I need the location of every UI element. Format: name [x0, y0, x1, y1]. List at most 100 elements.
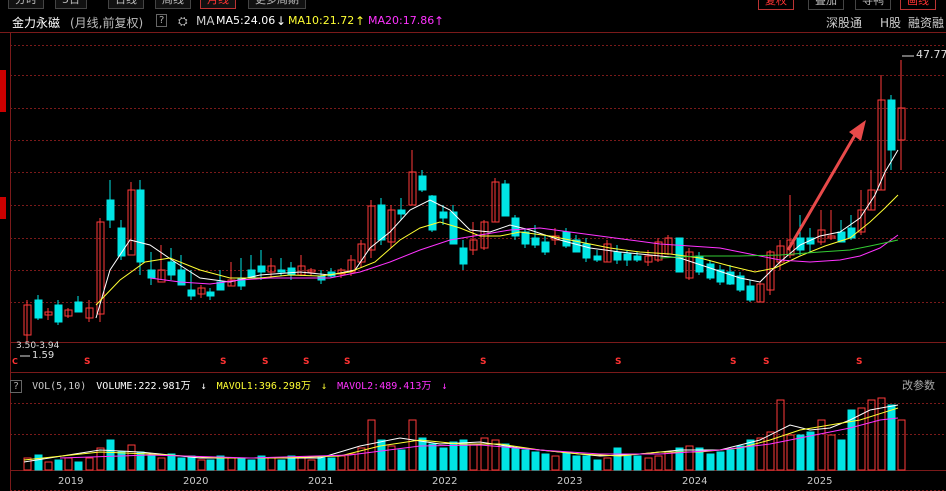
s-marker[interactable]: S [344, 357, 350, 367]
candle-body [501, 183, 510, 217]
volume-bar [106, 439, 115, 471]
candle-body [106, 199, 115, 221]
candle-body [593, 255, 602, 261]
volume-bar [796, 434, 805, 471]
volume-bar [623, 453, 632, 471]
volume-bar [177, 457, 186, 471]
volume-bar [327, 457, 336, 471]
volume-bar [521, 449, 530, 471]
volume-bar [157, 457, 166, 471]
s-marker[interactable]: S [480, 357, 486, 367]
candle-body [746, 285, 755, 301]
ma5-line [95, 149, 899, 319]
s-marker[interactable]: S [84, 357, 90, 367]
volume-bar [237, 457, 246, 471]
candle-body [531, 237, 540, 246]
s-marker[interactable]: S [220, 357, 226, 367]
s-marker[interactable]: S [303, 357, 309, 367]
candle-body [459, 247, 468, 265]
candle-body [206, 291, 215, 297]
volume-bar [706, 453, 715, 471]
volume-bar [408, 419, 417, 471]
low-price-label: 1.59 [32, 350, 55, 361]
volume-bar [531, 451, 540, 471]
year-label: 2022 [432, 476, 458, 487]
candle-body [147, 269, 156, 279]
volume-bar [613, 447, 622, 471]
volume-bar [206, 459, 215, 471]
vol-indicator-name[interactable]: VOL(5,10) [32, 381, 86, 392]
volume-bar [297, 457, 306, 471]
candle-body [541, 241, 550, 253]
volume-bar [267, 457, 276, 471]
candle-body [257, 265, 266, 273]
volume-bar [633, 455, 642, 471]
candle-body [521, 231, 530, 245]
year-label: 2025 [807, 476, 833, 487]
volume-bar [439, 447, 448, 471]
volume-bar [127, 444, 136, 471]
s-marker[interactable]: S [615, 357, 621, 367]
year-label: 2019 [58, 476, 84, 487]
volume-bar [418, 437, 427, 471]
volume-bar [541, 453, 550, 471]
volume-bar [857, 407, 866, 471]
volume-bar [716, 451, 725, 471]
volume-bar [307, 459, 316, 471]
volume-bar [34, 454, 43, 471]
volume-bar [551, 455, 560, 471]
vol-help-button[interactable]: ? [10, 380, 23, 393]
mavol2-value: MAVOL2:489.413万 [337, 381, 432, 392]
volume-bar [187, 455, 196, 471]
s-marker[interactable]: S [262, 357, 268, 367]
change-params-button[interactable]: 改参数 [902, 377, 935, 393]
volume-bar [501, 443, 510, 471]
volume-arrow-icon: ↓ [200, 381, 207, 392]
kline-chart[interactable] [0, 0, 946, 491]
volume-bar [337, 455, 346, 471]
candle-body [633, 255, 642, 261]
s-marker[interactable]: S [763, 357, 769, 367]
candle-body [439, 211, 448, 219]
volume-bar [247, 459, 256, 471]
high-price-label: 47.77 [916, 48, 946, 61]
volume-bar [644, 457, 653, 471]
volume-bar [806, 431, 815, 471]
volume-bar [377, 439, 386, 471]
candle-body [706, 263, 715, 279]
mavol2-arrow-icon: ↓ [441, 381, 448, 392]
volume-bar [593, 459, 602, 471]
volume-bar [74, 461, 83, 471]
volume-bar [736, 445, 745, 471]
s-marker[interactable]: S [856, 357, 862, 367]
candle-body [34, 299, 43, 319]
volume-bar [726, 449, 735, 471]
volume-bar [766, 431, 775, 471]
candle-body [613, 251, 622, 261]
volume-bar [887, 404, 896, 471]
mavol1-arrow-icon: ↓ [321, 381, 328, 392]
volume-bar [897, 419, 906, 471]
candle-body [74, 301, 83, 313]
volume-bar [582, 455, 591, 471]
volume-bar [817, 419, 826, 471]
candle-body [418, 175, 427, 191]
mavol1-value: MAVOL1:396.298万 [216, 381, 311, 392]
s-marker[interactable]: S [730, 357, 736, 367]
volume-value: VOLUME:222.981万 [96, 381, 191, 392]
volume-bar [675, 447, 684, 471]
candle-body [277, 269, 286, 273]
year-label: 2021 [308, 476, 334, 487]
candle-body [187, 289, 196, 297]
volume-bar [277, 459, 286, 471]
candle-body [136, 189, 145, 263]
volume-bar [428, 443, 437, 471]
volume-bar [136, 451, 145, 471]
candle-body [623, 253, 632, 261]
volume-bar [664, 451, 673, 471]
volume-bar [167, 453, 176, 471]
volume-header: ? VOL(5,10) VOLUME:222.981万 ↓ MAVOL1:396… [10, 377, 451, 393]
volume-bar [837, 439, 846, 471]
volume-bar [54, 459, 63, 471]
volume-bar [197, 459, 206, 471]
